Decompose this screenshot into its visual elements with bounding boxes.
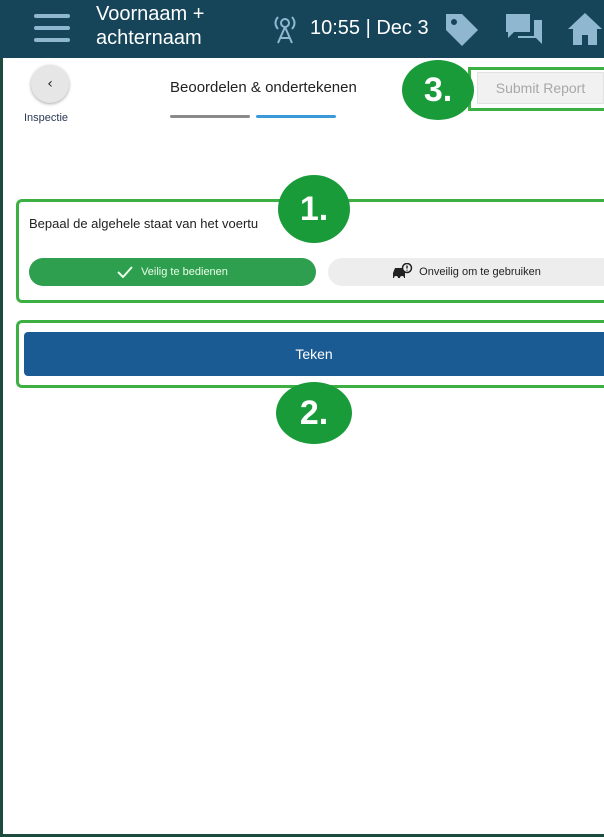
chevron-left-icon: ‹ xyxy=(47,76,53,92)
status-area: 10:55 | Dec 3 xyxy=(268,8,429,48)
submit-report-button[interactable]: Submit Report xyxy=(477,72,604,104)
tag-icon[interactable] xyxy=(442,10,482,48)
callout-badge-3: 3. xyxy=(402,60,474,120)
callout-badge-1: 1. xyxy=(278,175,350,243)
progress-step-2 xyxy=(256,115,336,118)
callout-badge-2: 2. xyxy=(276,382,352,444)
unsafe-label: Onveilig om te gebruiken xyxy=(419,266,541,278)
top-bar: Voornaam + achternaam 10:55 | Dec 3 xyxy=(0,0,604,58)
time-date: 10:55 | Dec 3 xyxy=(310,16,429,39)
car-warning-icon xyxy=(393,263,413,280)
progress-step-1 xyxy=(170,115,250,118)
page-title: Beoordelen & ondertekenen xyxy=(170,79,357,96)
sign-button[interactable]: Teken xyxy=(24,332,604,376)
back-button[interactable]: ‹ xyxy=(31,65,69,103)
safe-to-operate-button[interactable]: Veilig te bedienen xyxy=(29,258,316,286)
condition-question: Bepaal de algehele staat van het voertu xyxy=(29,216,259,231)
signal-tower-icon xyxy=(274,16,296,44)
back-label: Inspectie xyxy=(24,112,69,124)
checkmark-icon xyxy=(117,266,133,278)
home-icon[interactable] xyxy=(566,10,604,48)
user-name: Voornaam + achternaam xyxy=(96,3,205,49)
menu-icon[interactable] xyxy=(34,14,70,42)
unsafe-to-use-button[interactable]: Onveilig om te gebruiken xyxy=(328,258,604,286)
safe-label: Veilig te bedienen xyxy=(141,266,228,278)
chat-icon[interactable] xyxy=(504,10,544,48)
